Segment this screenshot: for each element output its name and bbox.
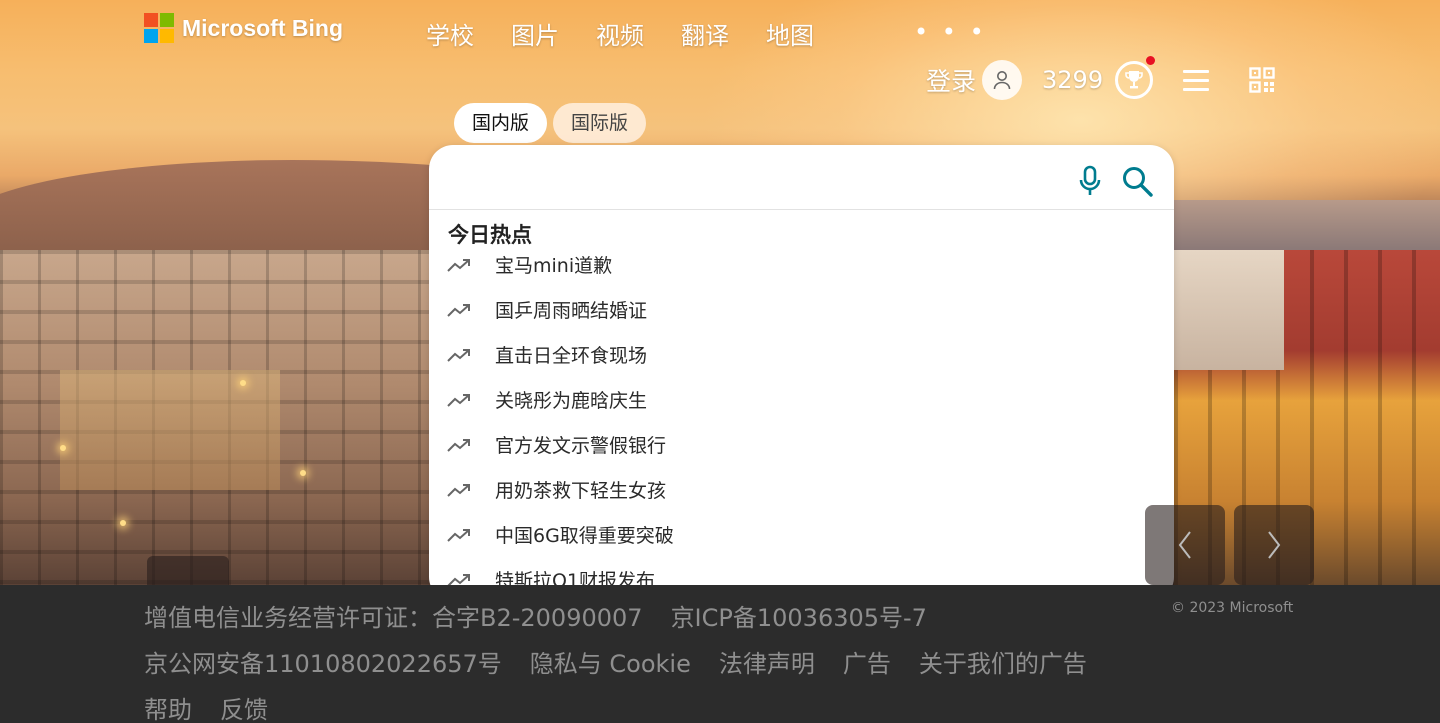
trending-item-label: 国乒周雨晒结婚证 — [495, 300, 648, 322]
chevron-left-icon — [1178, 531, 1191, 559]
tab-domestic[interactable]: 国内版 — [454, 103, 548, 143]
trending-item[interactable]: 关晓彤为鹿晗庆生 — [447, 377, 674, 422]
trending-up-icon — [447, 483, 470, 497]
trending-up-icon — [447, 528, 470, 542]
trending-list: 宝马mini道歉 国乒周雨晒结婚证 直击日全环食现场 关晓彤为鹿晗庆生 官方发文… — [447, 242, 674, 601]
footer-privacy[interactable]: 隐私与 Cookie — [530, 650, 691, 678]
rewards-points[interactable]: 3299 — [1042, 66, 1103, 94]
brand-name: Microsoft Bing — [182, 14, 343, 41]
nav-videos[interactable]: 视频 — [596, 16, 644, 51]
trending-up-icon — [447, 393, 470, 407]
tab-international[interactable]: 国际版 — [553, 103, 647, 143]
trending-item-label: 官方发文示警假银行 — [495, 435, 667, 457]
trending-item[interactable]: 宝马mini道歉 — [447, 242, 674, 287]
trophy-icon — [1125, 71, 1143, 89]
trending-item-label: 中国6G取得重要突破 — [495, 525, 674, 547]
trending-item-label: 宝马mini道歉 — [495, 255, 613, 277]
footer-police-record[interactable]: 京公网安备11010802022657号 — [144, 650, 502, 678]
street-light — [120, 520, 126, 526]
footer-links: 增值电信业务经营许可证：合字B2-20090007 京ICP备10036305号-… — [144, 595, 1115, 723]
user-icon — [993, 71, 1011, 90]
search-bar — [429, 145, 1174, 210]
trending-item[interactable]: 国乒周雨晒结婚证 — [447, 287, 674, 332]
search-input[interactable] — [449, 157, 1069, 197]
footer-about-ads[interactable]: 关于我们的广告 — [919, 650, 1087, 678]
footer-license[interactable]: 增值电信业务经营许可证：合字B2-20090007 — [144, 604, 643, 632]
street-light — [300, 470, 306, 476]
chevron-right-icon — [1268, 531, 1281, 559]
more-menu-button[interactable]: • • • — [914, 18, 987, 46]
trending-up-icon — [447, 303, 470, 317]
image-info-button[interactable] — [147, 556, 229, 585]
trending-item[interactable]: 中国6G取得重要突破 — [447, 512, 674, 557]
footer-icp[interactable]: 京ICP备10036305号-7 — [671, 604, 927, 632]
trending-up-icon — [447, 258, 470, 272]
region-tabs: 国内版 国际版 — [454, 103, 647, 143]
footer: 增值电信业务经营许可证：合字B2-20090007 京ICP备10036305号-… — [0, 585, 1440, 723]
qr-code-icon[interactable] — [1249, 67, 1275, 93]
footer-feedback[interactable]: 反馈 — [220, 696, 268, 723]
trending-item[interactable]: 官方发文示警假银行 — [447, 422, 674, 467]
nav-school[interactable]: 学校 — [426, 16, 474, 51]
nav-maps[interactable]: 地图 — [766, 16, 814, 51]
search-panel: 今日热点 宝马mini道歉 国乒周雨晒结婚证 直击日全环食现场 关晓彤为鹿晗庆生… — [429, 145, 1174, 601]
search-icon[interactable] — [1121, 165, 1155, 199]
trending-up-icon — [447, 348, 470, 362]
trending-up-icon — [447, 438, 470, 452]
street-light — [60, 445, 66, 451]
bing-logo[interactable]: Microsoft Bing — [144, 12, 343, 44]
microphone-icon[interactable] — [1079, 165, 1101, 199]
previous-image-button[interactable] — [1145, 505, 1225, 585]
utility-bar: 登录 3299 — [926, 56, 1275, 100]
trending-item-label: 直击日全环食现场 — [495, 345, 648, 367]
footer-help[interactable]: 帮助 — [144, 696, 192, 723]
trending-item-label: 用奶茶救下轻生女孩 — [495, 480, 667, 502]
top-nav: 学校 图片 视频 翻译 地图 — [426, 16, 851, 51]
trending-item[interactable]: 用奶茶救下轻生女孩 — [447, 467, 674, 512]
trending-item-label: 关晓彤为鹿晗庆生 — [495, 390, 648, 412]
login-link[interactable]: 登录 — [926, 62, 976, 98]
notification-dot — [1146, 56, 1156, 65]
nav-translate[interactable]: 翻译 — [681, 16, 729, 51]
street-light — [240, 380, 246, 386]
rewards-button[interactable] — [1115, 56, 1156, 99]
footer-legal[interactable]: 法律声明 — [719, 650, 815, 678]
avatar[interactable] — [982, 60, 1023, 100]
next-image-button[interactable] — [1234, 505, 1314, 585]
hamburger-menu-icon[interactable] — [1183, 69, 1210, 91]
nav-images[interactable]: 图片 — [511, 16, 559, 51]
footer-ads[interactable]: 广告 — [843, 650, 891, 678]
trending-item[interactable]: 直击日全环食现场 — [447, 332, 674, 377]
microsoft-logo-icon — [144, 13, 174, 43]
copyright: © 2023 Microsoft — [1171, 600, 1294, 616]
